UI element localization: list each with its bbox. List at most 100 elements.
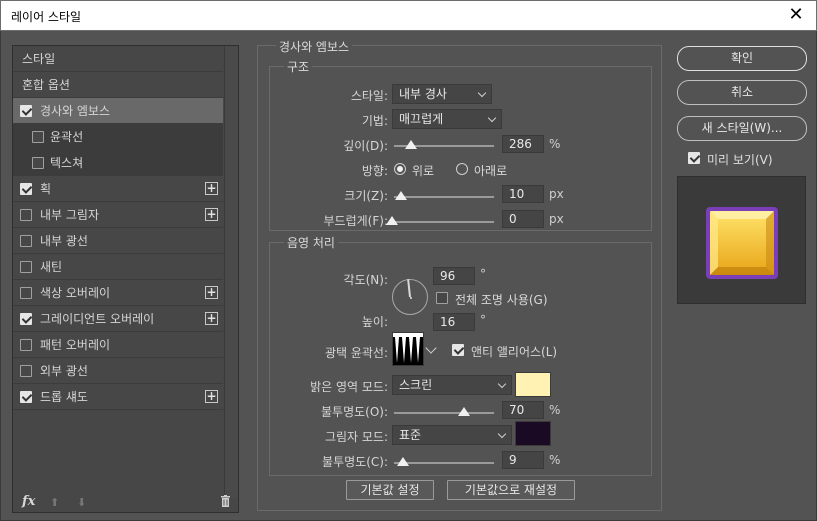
chevron-down-icon <box>487 113 497 123</box>
global-light-checkbox[interactable] <box>436 292 448 304</box>
add-icon[interactable]: + <box>205 208 218 221</box>
altitude-unit: ° <box>480 313 486 327</box>
bevel-emboss-title: 경사와 엠보스 <box>276 38 353 55</box>
style-label: 스타일: <box>350 89 388 103</box>
gloss-contour-label: 광택 윤곽선: <box>324 346 388 360</box>
style-item-label: 경사와 엠보스 <box>40 104 111 118</box>
add-icon[interactable]: + <box>205 390 218 403</box>
shadow-opacity-thumb[interactable] <box>397 457 409 466</box>
preview-label[interactable]: 미리 보기(V) <box>707 151 773 168</box>
soften-slider-track[interactable] <box>394 221 494 223</box>
direction-up-radio[interactable] <box>394 163 406 175</box>
gloss-contour-preview[interactable] <box>392 332 424 366</box>
drop-shadow-checkbox[interactable] <box>20 391 32 403</box>
color-overlay-checkbox[interactable] <box>20 287 32 299</box>
blending-options[interactable]: 혼합 옵션 <box>13 72 223 98</box>
style-item-pattern-overlay[interactable]: 패턴 오버레이 <box>13 332 223 358</box>
new-style-button[interactable]: 새 스타일(W)... <box>677 116 807 141</box>
shadow-mode-select[interactable]: 표준 <box>392 425 512 445</box>
altitude-input[interactable]: 16 <box>433 313 475 331</box>
depth-slider-thumb[interactable] <box>405 140 417 149</box>
angle-unit: ° <box>480 267 486 281</box>
style-item-satin[interactable]: 새틴 <box>13 254 223 280</box>
shadow-mode-label: 그림자 모드: <box>324 430 388 444</box>
chevron-down-icon[interactable] <box>425 342 437 354</box>
style-item-label: 새틴 <box>40 260 63 274</box>
bevel-checkbox[interactable] <box>20 105 32 117</box>
gradient-overlay-checkbox[interactable] <box>20 313 32 325</box>
add-icon[interactable]: + <box>205 312 218 325</box>
shading-title: 음영 처리 <box>284 234 338 251</box>
direction-down-label[interactable]: 아래로 <box>474 162 507 179</box>
chevron-down-icon <box>497 429 507 439</box>
move-down-icon[interactable]: ⬇ <box>77 496 86 509</box>
styles-header[interactable]: 스타일 <box>13 46 223 72</box>
style-item-gradient-overlay[interactable]: 그레이디언트 오버레이 + <box>13 306 223 332</box>
style-item-contour[interactable]: 윤곽선 <box>13 124 223 150</box>
direction-up-label[interactable]: 위로 <box>412 162 434 179</box>
window-title: 레이어 스타일 <box>11 10 82 24</box>
highlight-opacity-input[interactable]: 70 <box>502 401 544 419</box>
style-item-bevel[interactable]: 경사와 엠보스 <box>13 98 223 124</box>
direction-down-radio[interactable] <box>456 163 468 175</box>
contour-checkbox[interactable] <box>32 131 44 143</box>
style-item-drop-shadow[interactable]: 드롭 섀도 + <box>13 384 223 410</box>
add-icon[interactable]: + <box>205 182 218 195</box>
fx-icon[interactable]: fx <box>22 494 35 509</box>
preview-checkbox[interactable] <box>688 152 700 164</box>
cancel-button[interactable]: 취소 <box>677 80 807 105</box>
ok-button[interactable]: 확인 <box>677 46 807 71</box>
soften-input[interactable]: 0 <box>502 210 544 228</box>
size-slider-thumb[interactable] <box>395 191 407 200</box>
style-item-stroke[interactable]: 획 + <box>13 176 223 202</box>
outer-glow-checkbox[interactable] <box>20 365 32 377</box>
list-scrollbar[interactable] <box>224 46 238 498</box>
add-icon[interactable]: + <box>205 286 218 299</box>
move-up-icon[interactable]: ⬆ <box>50 496 59 509</box>
angle-input[interactable]: 96 <box>433 267 475 285</box>
texture-checkbox[interactable] <box>32 157 44 169</box>
style-item-label: 내부 광선 <box>40 234 88 248</box>
satin-checkbox[interactable] <box>20 261 32 273</box>
trash-icon[interactable] <box>220 495 231 510</box>
antialias-checkbox[interactable] <box>452 344 464 356</box>
highlight-mode-select[interactable]: 스크린 <box>392 375 512 395</box>
make-default-button[interactable]: 기본값 설정 <box>346 480 434 500</box>
antialias-label[interactable]: 앤티 앨리어스(L) <box>471 343 557 360</box>
highlight-opacity-track[interactable] <box>394 412 494 414</box>
close-icon[interactable]: ✕ <box>784 3 808 27</box>
angle-dial[interactable] <box>392 278 428 315</box>
style-item-color-overlay[interactable]: 색상 오버레이 + <box>13 280 223 306</box>
style-item-inner-glow[interactable]: 내부 광선 <box>13 228 223 254</box>
style-item-texture[interactable]: 텍스쳐 <box>13 150 223 176</box>
style-item-inner-shadow[interactable]: 내부 그림자 + <box>13 202 223 228</box>
size-label: 크기(Z): <box>344 189 388 203</box>
style-select[interactable]: 내부 경사 <box>392 84 492 104</box>
soften-slider-thumb[interactable] <box>386 216 398 225</box>
layer-style-dialog: 스타일 혼합 옵션 경사와 엠보스 윤곽선 텍스쳐 획 + 내부 그림자 + 내… <box>0 31 817 521</box>
style-item-label: 텍스쳐 <box>50 156 84 170</box>
shadow-opacity-track[interactable] <box>394 462 494 464</box>
shadow-color-swatch[interactable] <box>515 421 551 446</box>
reset-default-button[interactable]: 기본값으로 재설정 <box>447 480 575 500</box>
inner-shadow-checkbox[interactable] <box>20 209 32 221</box>
blending-options-label: 혼합 옵션 <box>22 78 70 92</box>
highlight-color-swatch[interactable] <box>515 372 551 397</box>
highlight-opacity-thumb[interactable] <box>458 407 470 416</box>
global-light-label[interactable]: 전체 조명 사용(G) <box>455 291 548 308</box>
technique-select[interactable]: 매끄럽게 <box>392 109 502 129</box>
chevron-down-icon <box>477 88 487 98</box>
soften-unit: px <box>549 212 564 226</box>
shadow-opacity-unit: % <box>549 453 561 467</box>
pattern-overlay-checkbox[interactable] <box>20 339 32 351</box>
title-bar: 레이어 스타일 ✕ <box>0 0 817 31</box>
style-item-label: 내부 그림자 <box>40 208 100 222</box>
style-item-outer-glow[interactable]: 외부 광선 <box>13 358 223 384</box>
soften-label: 부드럽게(F): <box>323 214 388 228</box>
depth-input[interactable]: 286 <box>502 135 544 153</box>
size-slider-track[interactable] <box>394 196 494 198</box>
inner-glow-checkbox[interactable] <box>20 235 32 247</box>
size-input[interactable]: 10 <box>502 185 544 203</box>
shadow-opacity-input[interactable]: 9 <box>502 451 544 469</box>
stroke-checkbox[interactable] <box>20 183 32 195</box>
